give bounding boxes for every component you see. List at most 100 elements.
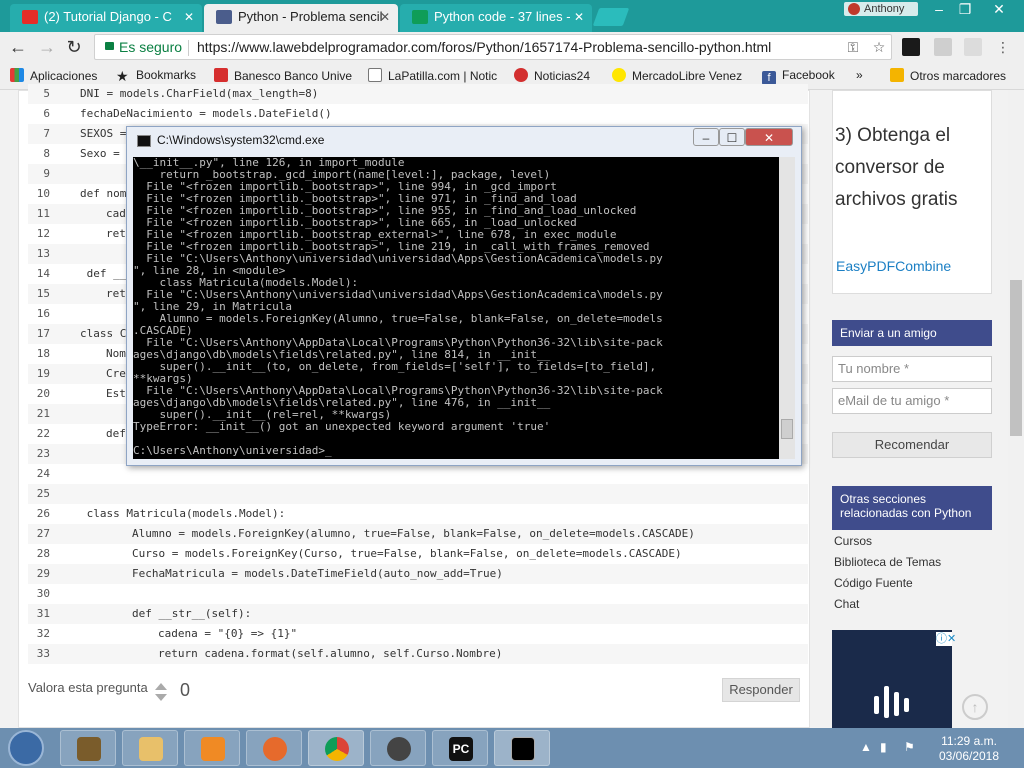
line-number: 33	[36, 647, 50, 660]
cmd-maximize-icon[interactable]: ☐	[719, 128, 745, 146]
cmd-minimize-icon[interactable]: –	[693, 128, 719, 146]
profile-button[interactable]: Anthony	[844, 2, 918, 16]
link-codigo-fuente[interactable]: Código Fuente	[834, 576, 913, 590]
rating-value: 0	[180, 680, 191, 700]
line-number: 28	[36, 547, 50, 560]
tab-label: (2) Tutorial Django - C	[44, 9, 172, 24]
code-line: 6 fechaDeNacimiento = models.DateField()	[28, 104, 808, 124]
console-line: C:\Users\Anthony\universidad>_	[133, 444, 332, 457]
close-window-icon[interactable]: ✕	[986, 0, 1012, 18]
code-text: class Matricula(models.Model):	[80, 507, 286, 520]
address-bar[interactable]: Es seguro https://www.lawebdelprogramado…	[94, 34, 892, 60]
apps-icon	[10, 68, 24, 82]
extension-icon[interactable]	[902, 38, 920, 56]
restore-icon[interactable]: ❐	[952, 0, 978, 18]
rating-label: Valora esta pregunta	[28, 680, 148, 695]
profile-name: Anthony	[864, 3, 905, 15]
reload-icon[interactable]: ↻	[63, 36, 85, 58]
bookmark-label: MercadoLibre Venez	[632, 69, 743, 83]
chrome-icon	[325, 737, 349, 761]
taskbar-cmd[interactable]	[494, 730, 550, 766]
respond-button[interactable]: Responder	[722, 678, 800, 702]
close-icon[interactable]: ✕	[184, 4, 194, 30]
line-number: 10	[36, 187, 50, 200]
code-line: 32 cadena = "{0} => {1}"	[28, 624, 808, 644]
line-number: 5	[43, 87, 50, 100]
ad-brand: EasyPDFCombine	[836, 258, 952, 274]
divider	[188, 40, 189, 56]
bookmark-label: Banesco Banco Unive	[234, 69, 353, 83]
star-icon[interactable]: ☆	[871, 39, 887, 55]
bookmark-facebook[interactable]: f Facebook	[762, 68, 835, 85]
line-number: 22	[36, 427, 50, 440]
tab-youtube[interactable]: (2) Tutorial Django - C ✕	[10, 4, 202, 32]
ad-close-icon[interactable]: ⓘ✕	[936, 632, 956, 646]
play-icon	[387, 737, 411, 761]
show-hidden-icons[interactable]: ▲	[860, 740, 872, 754]
console-scrollbar-thumb[interactable]	[781, 419, 793, 439]
bookmark-mercadolibre[interactable]: MercadoLibre Venez	[612, 68, 748, 83]
menu-icon[interactable]: ⋮	[996, 38, 1010, 56]
taskbar-explorer[interactable]	[122, 730, 178, 766]
tab-python-problem[interactable]: Python - Problema sencil ✕	[204, 4, 398, 32]
line-number: 18	[36, 347, 50, 360]
bookmark-noticias24[interactable]: Noticias24	[514, 68, 590, 83]
taskbar-chrome[interactable]	[308, 730, 364, 766]
line-number: 29	[36, 567, 50, 580]
close-icon[interactable]: ✕	[380, 4, 390, 30]
back-icon[interactable]: ←	[7, 36, 29, 58]
new-tab-button[interactable]	[592, 8, 630, 26]
console-line: Alumno = models.ForeignKey(Alumno, true=…	[133, 312, 663, 325]
link-biblioteca[interactable]: Biblioteca de Temas	[834, 555, 941, 569]
site-icon	[214, 68, 228, 82]
facebook-icon: f	[762, 71, 776, 85]
recommend-button[interactable]: Recomendar	[832, 432, 992, 458]
bookmark-lapatilla[interactable]: LaPatilla.com | Notic	[368, 68, 504, 83]
flag-icon[interactable]: ⚑	[904, 740, 915, 754]
taskbar-pycharm[interactable]: PC	[432, 730, 488, 766]
pdf-extension-icon[interactable]	[934, 38, 952, 56]
code-text: Alumno = models.ForeignKey(alumno, true=…	[132, 527, 695, 540]
line-number: 6	[43, 107, 50, 120]
forward-icon[interactable]: →	[36, 36, 58, 58]
email-field[interactable]: eMail de tu amigo *	[832, 388, 992, 414]
close-icon[interactable]: ✕	[574, 4, 584, 30]
clock[interactable]: 11:29 a.m. 03/06/2018	[936, 734, 1002, 764]
taskbar-vlc[interactable]	[184, 730, 240, 766]
bookmark-banesco[interactable]: Banesco Banco Unive	[214, 68, 354, 83]
bookmark-bookmarks[interactable]: ★ Bookmarks	[116, 68, 196, 83]
bookmark-apps[interactable]: Aplicaciones	[10, 68, 97, 83]
name-field[interactable]: Tu nombre *	[832, 356, 992, 382]
cmd-close-icon[interactable]: ✕	[745, 128, 793, 146]
taskbar-firefox[interactable]	[246, 730, 302, 766]
cmd-window[interactable]: C:\Windows\system32\cmd.exe – ☐ ✕ \__ini…	[126, 126, 802, 466]
taskbar-app[interactable]	[60, 730, 116, 766]
line-number: 19	[36, 367, 50, 380]
link-chat[interactable]: Chat	[834, 597, 859, 611]
code-line: 5 DNI = models.CharField(max_length=8)	[28, 84, 808, 104]
taskbar-media-player[interactable]	[370, 730, 426, 766]
bookmark-other[interactable]: Otros marcadores	[890, 68, 1006, 83]
line-number: 12	[36, 227, 50, 240]
minimize-icon[interactable]: –	[926, 0, 952, 18]
console-scrollbar[interactable]	[779, 157, 795, 459]
line-number: 25	[36, 487, 50, 500]
ad-text: 3) Obtenga el conversor de archivos grat…	[835, 125, 958, 210]
cmd-icon	[137, 135, 151, 147]
tab-python-code[interactable]: Python code - 37 lines - ✕	[400, 4, 592, 32]
key-icon[interactable]: ⚿	[845, 39, 861, 55]
tab-bar: (2) Tutorial Django - C ✕ Python - Probl…	[0, 0, 1024, 32]
console-output[interactable]: \__init__.py", line 126, in import_modul…	[133, 157, 779, 459]
scroll-to-top-icon[interactable]: ↑	[962, 694, 988, 720]
bookmarks-overflow-button[interactable]: »	[856, 68, 863, 82]
url-text[interactable]: https://www.lawebdelprogramador.com/foro…	[197, 35, 771, 59]
vote-arrows-icon[interactable]	[154, 682, 168, 702]
link-cursos[interactable]: Cursos	[834, 534, 872, 548]
scrollbar-thumb[interactable]	[1010, 280, 1022, 436]
code-line: 30	[28, 584, 808, 604]
network-icon[interactable]: ▮	[880, 740, 887, 754]
line-number: 17	[36, 327, 50, 340]
clock-date: 03/06/2018	[938, 749, 1000, 763]
start-button[interactable]	[8, 730, 44, 766]
extension-icon[interactable]	[964, 38, 982, 56]
